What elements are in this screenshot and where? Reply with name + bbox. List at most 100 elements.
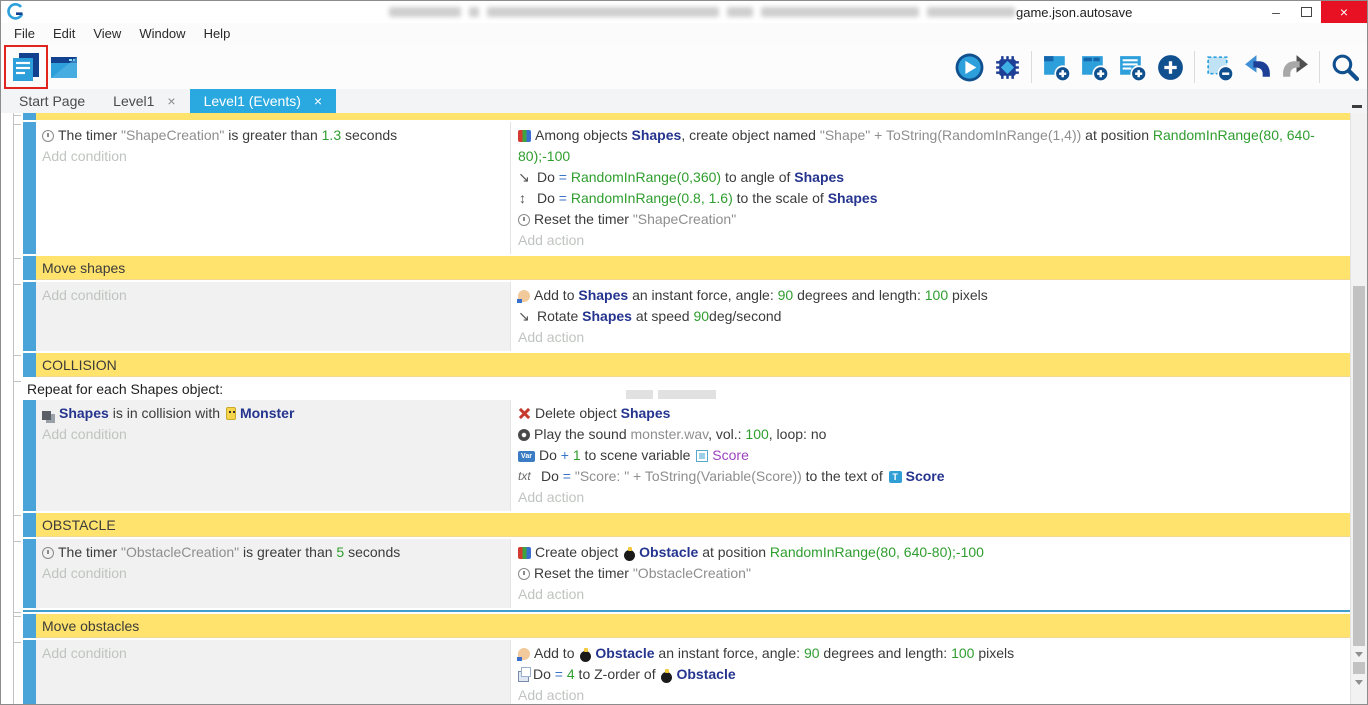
tab-label: Level1 (Events) — [204, 93, 301, 109]
event-handle[interactable] — [23, 113, 36, 120]
instruction-text: pixels — [948, 287, 988, 303]
blurred-title-text — [389, 7, 461, 17]
standard-event[interactable]: Add condition Add to Obstacle an instant … — [23, 640, 1351, 704]
tab-level1-events-[interactable]: Level1 (Events) × — [190, 89, 336, 113]
event-handle[interactable] — [23, 282, 36, 351]
event-handle[interactable] — [23, 122, 36, 254]
action-row[interactable]: Delete object Shapes — [518, 403, 1341, 424]
menu-file[interactable]: File — [5, 23, 44, 45]
add-subevent-button[interactable] — [1076, 49, 1112, 85]
toolbar-separator — [1319, 51, 1320, 83]
event-handle[interactable] — [23, 539, 36, 608]
comment-event[interactable]: Move obstacles — [23, 614, 1351, 638]
action-row[interactable]: Reset the timer "ObstacleCreation" — [518, 563, 1341, 584]
add-condition-button[interactable]: Add condition — [42, 285, 510, 306]
delete-event-button[interactable] — [1201, 49, 1237, 85]
instruction-text: Shapes — [632, 127, 682, 143]
instruction-text: at speed — [632, 308, 694, 324]
event-handle[interactable] — [23, 614, 36, 638]
event-handle[interactable] — [23, 513, 36, 537]
comment-event[interactable]: OBSTACLE — [23, 513, 1351, 537]
add-condition-button[interactable]: Add condition — [42, 146, 510, 167]
minimize-button[interactable]: – — [1261, 1, 1291, 23]
comment-event-partial[interactable] — [23, 113, 1351, 120]
vertical-scrollbar[interactable] — [1350, 113, 1367, 704]
add-instruction-button[interactable] — [1152, 49, 1188, 85]
open-scene-editor-button[interactable] — [46, 49, 82, 85]
open-events-editor-button[interactable] — [8, 49, 44, 85]
play-button[interactable] — [951, 49, 987, 85]
actions-column: Add to Shapes an instant force, angle: 9… — [511, 282, 1351, 351]
add-event-button[interactable] — [1038, 49, 1074, 85]
menu-bar: FileEditViewWindowHelp — [1, 23, 1367, 46]
condition-row[interactable]: The timer "ObstacleCreation" is greater … — [42, 542, 510, 563]
event-handle[interactable] — [23, 353, 36, 377]
action-row[interactable]: Create object Obstacle at position Rando… — [518, 542, 1341, 563]
action-row[interactable]: Play the sound monster.wav, vol.: 100, l… — [518, 424, 1341, 445]
action-row[interactable]: Do = "Score: " + ToString(Variable(Score… — [518, 466, 1341, 487]
undo-button[interactable] — [1239, 49, 1275, 85]
add-action-button[interactable]: Add action — [518, 327, 1341, 348]
condition-row[interactable]: Shapes is in collision with Monster — [42, 403, 510, 424]
action-row[interactable]: Reset the timer "ShapeCreation" — [518, 209, 1341, 230]
add-action-button[interactable]: Add action — [518, 584, 1341, 605]
gutter-tick — [13, 115, 21, 116]
menu-view[interactable]: View — [84, 23, 130, 45]
instruction-text: is greater than — [224, 127, 321, 143]
standard-event[interactable]: Add condition Add to Shapes an instant fo… — [23, 282, 1351, 351]
standard-event[interactable]: The timer "ShapeCreation" is greater tha… — [23, 122, 1351, 254]
debug-button[interactable] — [989, 49, 1025, 85]
search-button[interactable] — [1326, 49, 1362, 85]
toolbar — [1, 45, 1367, 89]
add-condition-button[interactable]: Add condition — [42, 643, 510, 664]
comment-body: Move obstacles — [36, 614, 1351, 638]
scale-icon — [518, 191, 533, 205]
add-action-button[interactable]: Add action — [518, 487, 1341, 508]
add-action-button[interactable]: Add action — [518, 230, 1341, 251]
standard-event[interactable]: The timer "ObstacleCreation" is greater … — [23, 539, 1351, 608]
menu-window[interactable]: Window — [130, 23, 194, 45]
action-row[interactable]: Among objects Shapes, create object name… — [518, 125, 1341, 167]
gutter-tick — [13, 616, 21, 617]
sound-icon — [518, 429, 530, 441]
instruction-text: 100 — [745, 426, 768, 442]
add-condition-button[interactable]: Add condition — [42, 563, 510, 584]
menu-edit[interactable]: Edit — [44, 23, 84, 45]
action-row[interactable]: Add to Obstacle an instant force, angle:… — [518, 643, 1341, 664]
event-handle[interactable] — [23, 400, 36, 511]
comment-event[interactable]: Move shapes — [23, 256, 1351, 280]
action-row[interactable]: Do = RandomInRange(0,360) to angle of Sh… — [518, 167, 1341, 188]
add-action-button[interactable]: Add action — [518, 685, 1341, 704]
menu-help[interactable]: Help — [195, 23, 240, 45]
action-row[interactable]: Do + 1 to scene variable Score — [518, 445, 1341, 466]
condition-row[interactable]: The timer "ShapeCreation" is greater tha… — [42, 125, 510, 146]
add-comment-button[interactable] — [1114, 49, 1150, 85]
instruction-text: Create object — [535, 544, 622, 560]
tab-start-page[interactable]: Start Page — [5, 89, 99, 113]
scroll-down-arrow-icon[interactable] — [1355, 652, 1363, 657]
redo-button[interactable] — [1277, 49, 1313, 85]
maximize-button[interactable] — [1291, 1, 1321, 23]
tab-close-icon[interactable]: × — [314, 94, 322, 108]
tab-close-icon[interactable]: × — [167, 94, 175, 108]
scrollbar-box[interactable] — [1353, 662, 1365, 674]
add-condition-button[interactable]: Add condition — [42, 424, 510, 445]
action-row[interactable]: Do = RandomInRange(0.8, 1.6) to the scal… — [518, 188, 1341, 209]
instruction-text: The timer — [58, 544, 121, 560]
action-row[interactable]: Add to Shapes an instant force, angle: 9… — [518, 285, 1341, 306]
instruction-text: Play the sound — [534, 426, 631, 442]
action-row[interactable]: Rotate Shapes at speed 90deg/second — [518, 306, 1341, 327]
comment-text: COLLISION — [42, 357, 117, 373]
instruction-text: Shapes — [59, 405, 109, 421]
action-row[interactable]: Do = 4 to Z-order of Obstacle — [518, 664, 1341, 685]
instruction-text: , vol.: — [708, 426, 745, 442]
tab-level1[interactable]: Level1× — [99, 89, 189, 113]
event-handle[interactable] — [23, 640, 36, 704]
close-button[interactable]: × — [1321, 1, 1367, 23]
event-handle[interactable] — [23, 256, 36, 280]
instruction-text: Do — [537, 169, 559, 185]
scroll-down-arrow-icon[interactable] — [1355, 680, 1363, 685]
instruction-text: , loop: — [769, 426, 811, 442]
comment-event[interactable]: COLLISION — [23, 353, 1351, 377]
scrollbar-thumb[interactable] — [1353, 286, 1365, 646]
